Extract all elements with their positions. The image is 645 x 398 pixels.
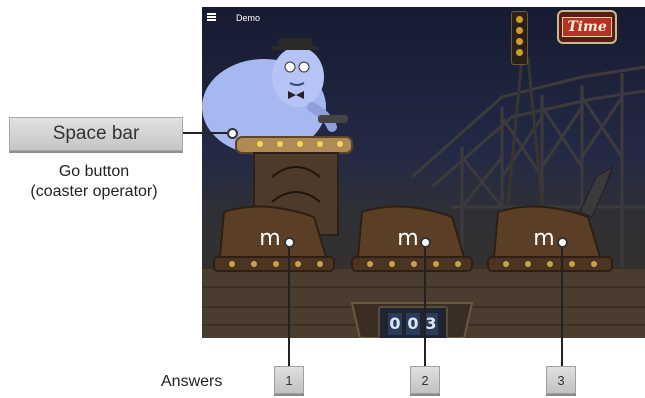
answer-key-3[interactable]: 3 [546, 366, 576, 394]
leader-dot-answer-1 [284, 237, 295, 248]
time-label: Time [562, 17, 612, 37]
space-bar-key[interactable]: Space bar [9, 117, 183, 151]
counter-digit: 0 [406, 313, 420, 335]
coaster-cart-3 [487, 165, 613, 272]
counter-digit: 0 [388, 313, 402, 335]
go-button-caption-line1: Go button [58, 163, 130, 180]
leader-dot-space [227, 128, 238, 139]
demo-label: Demo [236, 13, 261, 23]
signal-lights [511, 11, 528, 65]
go-button-caption-line2: (coaster operator) [30, 183, 158, 200]
counter-digit: 3 [424, 313, 438, 335]
leader-dot-answer-2 [420, 237, 431, 248]
answer-key-1[interactable]: 1 [274, 366, 304, 394]
hamburger-menu-icon[interactable] [207, 13, 216, 21]
leader-line-answer-2 [424, 243, 426, 368]
answer-key-2[interactable]: 2 [410, 366, 440, 394]
time-sign: Time [557, 10, 617, 44]
go-button-caption: Go button (coaster operator) [0, 162, 188, 202]
answers-label: Answers [161, 373, 223, 390]
score-counter: 0 0 3 [378, 306, 448, 338]
leader-line-answer-1 [288, 243, 290, 368]
leader-dot-answer-3 [557, 237, 568, 248]
leader-line-answer-3 [561, 243, 563, 368]
leader-line-space [183, 132, 231, 134]
